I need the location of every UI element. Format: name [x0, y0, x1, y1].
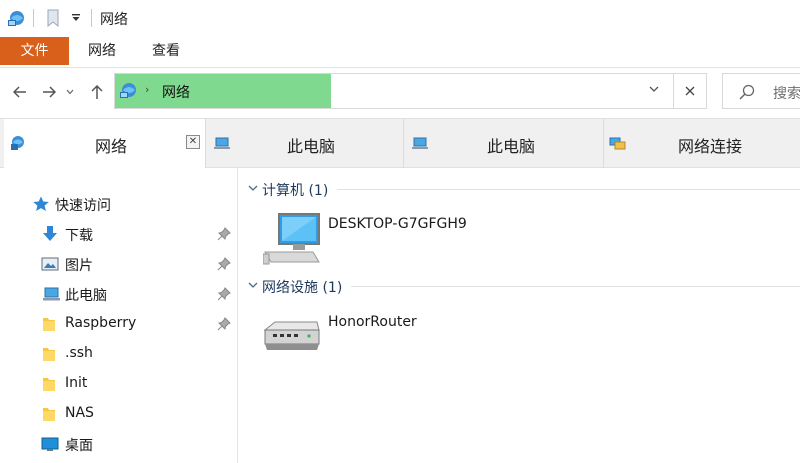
- group-divider: [351, 286, 800, 287]
- sidebar-item-label: 桌面: [65, 438, 93, 454]
- tab-label: 此电脑: [287, 137, 336, 156]
- pin-icon[interactable]: [217, 257, 231, 271]
- network-icon[interactable]: [6, 8, 28, 28]
- search-box[interactable]: 搜索: [722, 73, 800, 109]
- close-icon: [685, 86, 695, 96]
- sidebar-item-desktop[interactable]: 桌面: [0, 430, 237, 458]
- arrow-up-icon: [91, 84, 103, 99]
- desktop-icon: [41, 436, 59, 452]
- sidebar-item-ssh[interactable]: .ssh: [0, 340, 237, 368]
- sidebar-item-label: .ssh: [65, 345, 93, 361]
- ribbon-tab-network[interactable]: 网络: [73, 38, 131, 65]
- router-icon: [261, 320, 321, 358]
- sidebar-item-nas[interactable]: NAS: [0, 400, 237, 428]
- computer-monitor-icon: [262, 210, 323, 270]
- sidebar-item-quick-access[interactable]: 快速访问: [0, 190, 237, 218]
- pin-icon[interactable]: [217, 317, 231, 331]
- address-history-dropdown[interactable]: [648, 83, 662, 97]
- computer-icon: [412, 135, 428, 151]
- ribbon-tabs: 文件 网络 查看: [0, 36, 800, 68]
- refresh-button[interactable]: [673, 73, 707, 109]
- search-icon: [739, 84, 755, 104]
- group-divider: [337, 189, 800, 190]
- folder-icon: [42, 406, 60, 422]
- properties-icon[interactable]: [44, 8, 62, 28]
- star-icon: [32, 196, 50, 212]
- chevron-down-icon: [649, 86, 659, 92]
- sidebar-item-label: 图片: [65, 258, 93, 274]
- computer-icon: [214, 135, 230, 151]
- pin-icon[interactable]: [217, 287, 231, 301]
- breadcrumb-separator-icon[interactable]: ›: [145, 83, 149, 96]
- computer-icon: [42, 286, 60, 302]
- network-icon: [10, 135, 26, 151]
- chevron-down-icon: [247, 279, 259, 291]
- network-connections-icon: [609, 135, 626, 151]
- tab-this-pc-2[interactable]: 此电脑: [404, 119, 604, 168]
- sidebar-item-downloads[interactable]: 下载: [0, 220, 237, 248]
- chevron-down-icon: [247, 182, 259, 194]
- item-label: HonorRouter: [328, 314, 417, 330]
- group-header-network-infrastructure[interactable]: 网络设施 (1): [239, 275, 800, 297]
- tab-label: 此电脑: [487, 137, 536, 156]
- customize-quick-access-icon[interactable]: [68, 8, 84, 28]
- close-tab-icon[interactable]: ✕: [186, 135, 200, 149]
- sidebar-item-label: Init: [65, 375, 88, 391]
- group-header-computers[interactable]: 计算机 (1): [239, 178, 800, 200]
- address-bar[interactable]: › 网络: [114, 73, 707, 109]
- arrow-right-icon: [43, 86, 56, 98]
- sidebar-item-label: 下载: [65, 228, 93, 244]
- sidebar-item-pictures[interactable]: 图片: [0, 250, 237, 278]
- up-button[interactable]: [86, 81, 108, 103]
- pin-icon[interactable]: [217, 227, 231, 241]
- search-placeholder: 搜索: [773, 86, 800, 102]
- tab-network-connections[interactable]: 网络连接: [604, 119, 800, 168]
- tab-label: 网络: [95, 137, 128, 156]
- sidebar-item-raspberry[interactable]: Raspberry: [0, 310, 237, 338]
- tab-this-pc-1[interactable]: 此电脑: [206, 119, 404, 168]
- sidebar-item-label: 快速访问: [55, 198, 111, 214]
- group-title: 网络设施 (1): [262, 280, 343, 296]
- content-pane: 计算机 (1) DESKTOP-G7GFGH9 网络设施 (1) HonorRo…: [239, 168, 800, 463]
- ribbon-tab-file[interactable]: 文件: [0, 37, 69, 65]
- sidebar-item-label: NAS: [65, 405, 94, 421]
- breadcrumb-network[interactable]: 网络: [162, 82, 190, 102]
- folder-icon: [42, 316, 60, 332]
- sidebar-item-label: 此电脑: [65, 288, 107, 304]
- explorer-tabs: 网络 ✕ 此电脑 此电脑 网络连接: [0, 118, 800, 169]
- chevron-down-icon: [66, 89, 74, 95]
- tab-label: 网络连接: [678, 137, 743, 156]
- forward-button[interactable]: [38, 81, 60, 103]
- navigation-pane: 快速访问 下载 图片 此电脑 Raspberry .ssh Init NAS 桌…: [0, 168, 238, 463]
- tab-network[interactable]: 网络 ✕: [4, 119, 206, 169]
- network-item-desktop[interactable]: DESKTOP-G7GFGH9: [262, 208, 503, 270]
- pictures-icon: [41, 256, 59, 272]
- recent-locations-button[interactable]: [63, 81, 77, 103]
- network-item-router[interactable]: HonorRouter: [261, 308, 501, 358]
- title-bar: 网络: [0, 0, 800, 36]
- sidebar-item-label: Raspberry: [65, 315, 137, 331]
- arrow-left-icon: [13, 86, 26, 98]
- group-title: 计算机 (1): [262, 183, 329, 199]
- window-title: 网络: [100, 12, 128, 28]
- sidebar-item-this-pc[interactable]: 此电脑: [0, 280, 237, 308]
- folder-icon: [42, 376, 60, 392]
- back-button[interactable]: [9, 81, 31, 103]
- ribbon-tab-view[interactable]: 查看: [137, 38, 195, 65]
- network-icon: [119, 81, 139, 103]
- item-label: DESKTOP-G7GFGH9: [328, 216, 467, 232]
- sidebar-item-init[interactable]: Init: [0, 370, 237, 398]
- folder-icon: [42, 346, 60, 362]
- download-icon: [42, 226, 60, 242]
